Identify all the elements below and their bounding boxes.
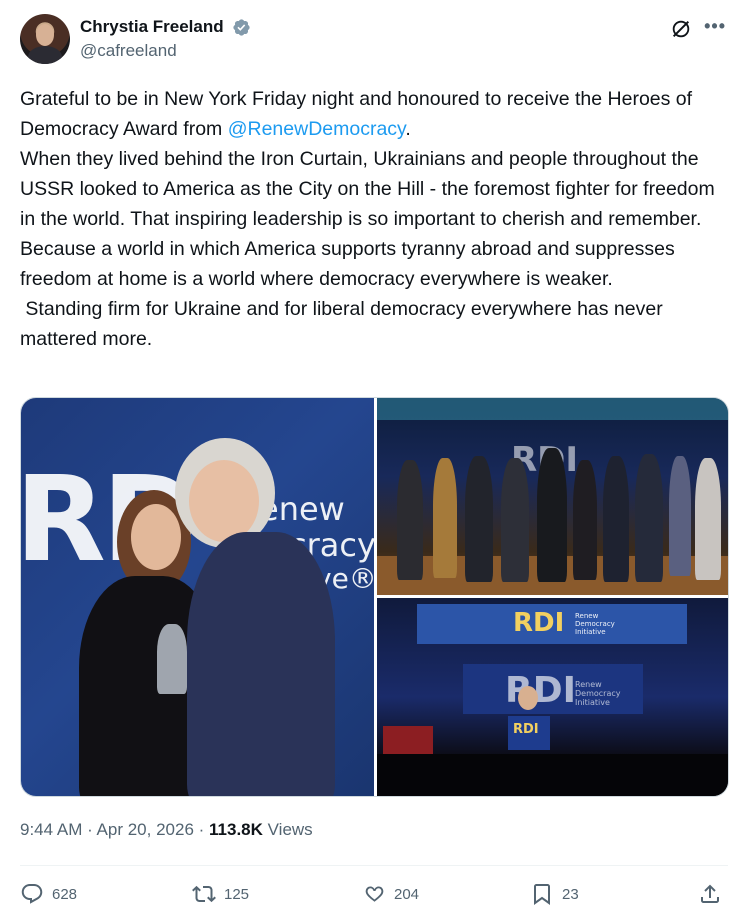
reply-button[interactable]: 628 [20,882,77,906]
like-count: 204 [394,885,420,903]
views-label: Views [262,820,313,839]
share-icon [701,884,719,903]
person [635,454,663,582]
verified-badge-icon [233,18,250,36]
repost-icon [192,885,216,903]
media-grid: RD enew cracy ve® RDI RDI Renew Democrac… [20,397,729,797]
person [669,456,691,576]
mention-link[interactable]: @RenewDemocracy [228,118,406,140]
bookmark-count: 23 [562,885,579,903]
award-trophy [157,624,187,694]
person-body [187,532,335,796]
action-bar: 628 125 204 23 [20,876,728,916]
stage-screen-sub: Renew Democracy Initiative [575,680,621,707]
share-button[interactable] [698,882,730,906]
person-face [131,504,181,570]
audience [377,754,728,796]
tweet-meta: 9:44 AM · Apr 20, 2026 · 113.8K Views [20,820,313,840]
tweet-date[interactable]: Apr 20, 2026 [97,820,194,839]
tweet-time[interactable]: 9:44 AM [20,820,82,839]
display-name[interactable]: Chrystia Freeland [80,17,224,37]
tweet-text: Grateful to be in New York Friday night … [20,84,728,354]
stage-screen-text: RDI [505,670,576,711]
stage-table [383,726,433,756]
bookmark-icon [534,884,550,905]
upper-banner-text: RDI [513,608,565,638]
heart-icon [365,886,384,902]
repost-button[interactable]: 125 [192,882,249,906]
photo-award-portrait[interactable]: RD enew cracy ve® [21,398,374,796]
divider [20,865,728,866]
person [433,458,457,578]
reply-icon [21,884,43,904]
upper-banner-sub: Renew Democracy Initiative [575,612,615,636]
meta-separator: · [82,820,97,839]
reply-count: 628 [52,885,78,903]
podium-text: RDI [513,722,539,737]
tweet-body: When they lived behind the Iron Curtain,… [20,148,715,350]
grok-icon[interactable] [670,18,692,40]
person [695,458,721,580]
repost-count: 125 [224,885,250,903]
like-button[interactable]: 204 [362,882,419,906]
tweet-header: Chrystia Freeland @cafreeland ••• [20,14,728,68]
person [537,448,567,582]
views-count: 113.8K [209,820,263,839]
handle[interactable]: @cafreeland [80,41,251,61]
person [603,456,629,582]
person [501,458,529,582]
avatar[interactable] [20,14,70,64]
more-icon[interactable]: ••• [704,16,726,37]
photo-group-stage[interactable]: RDI [377,398,728,595]
person [397,460,423,580]
person [573,460,597,580]
speaker-head [518,686,538,710]
author-names: Chrystia Freeland @cafreeland [80,17,251,61]
photo-podium-speech[interactable]: RDI Renew Democracy Initiative RDI Renew… [377,598,728,796]
person [465,456,493,582]
person-face [189,460,259,542]
bookmark-button[interactable]: 23 [530,882,579,906]
tweet-line1-end: . [405,118,411,140]
meta-separator: · [193,820,210,839]
stage-screen [377,398,728,420]
